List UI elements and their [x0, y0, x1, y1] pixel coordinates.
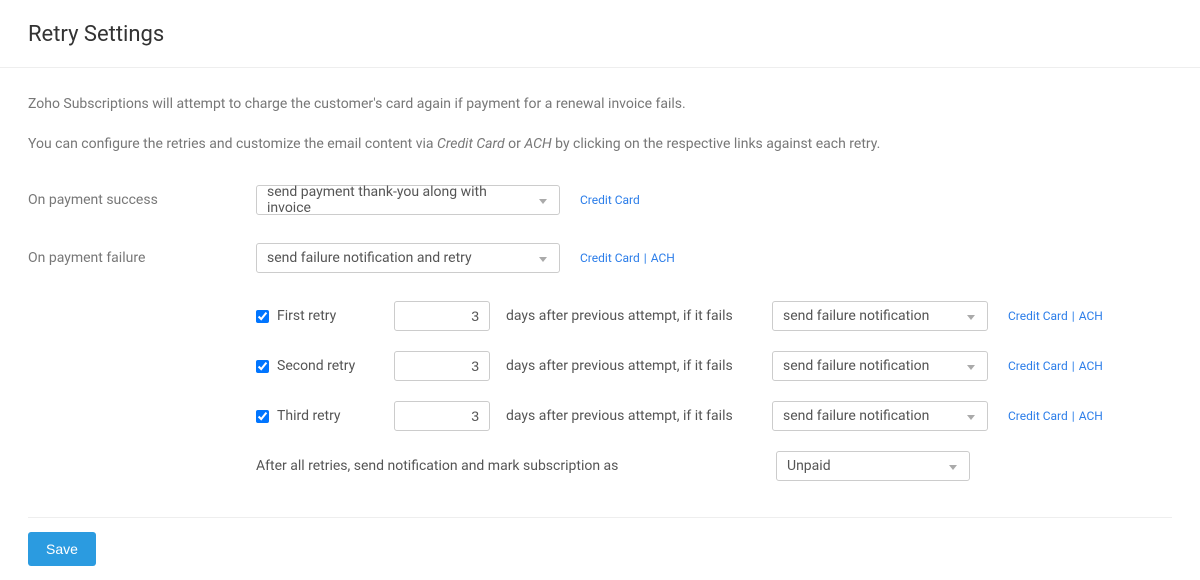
second-retry-action-select[interactable]: send failure notification	[772, 351, 988, 381]
on-failure-credit-card-link[interactable]: Credit Card	[580, 251, 640, 265]
third-retry-credit-card-link[interactable]: Credit Card	[1008, 409, 1068, 423]
retry-block: First retry days after previous attempt,…	[256, 301, 1172, 481]
intro1-prefix: Zoho Subscriptions will	[28, 96, 176, 112]
caret-down-icon	[539, 257, 547, 262]
on-failure-link-separator: |	[644, 251, 647, 265]
third-retry-action-select[interactable]: send failure notification	[772, 401, 988, 431]
second-retry-label: Second retry	[277, 358, 355, 374]
second-retry-ach-link[interactable]: ACH	[1079, 359, 1103, 373]
on-failure-select[interactable]: send failure notification and retry	[256, 243, 560, 273]
second-retry-checkbox[interactable]	[256, 360, 269, 373]
third-retry-action-value: send failure notification	[783, 408, 929, 424]
on-payment-failure-row: On payment failure send failure notifica…	[28, 243, 1172, 273]
save-button[interactable]: Save	[28, 532, 96, 566]
first-retry-after-text: days after previous attempt, if it fails	[506, 308, 772, 324]
after-all-row: After all retries, send notification and…	[256, 451, 1172, 481]
second-retry-after-text: days after previous attempt, if it fails	[506, 358, 772, 374]
second-retry-action-value: send failure notification	[783, 358, 929, 374]
third-retry-row: Third retry days after previous attempt,…	[256, 401, 1172, 431]
caret-down-icon	[539, 199, 547, 204]
third-retry-link-separator: |	[1072, 409, 1075, 423]
on-success-select[interactable]: send payment thank-you along with invoic…	[256, 185, 560, 215]
caret-down-icon	[949, 465, 957, 470]
after-all-select[interactable]: Unpaid	[776, 451, 970, 481]
first-retry-credit-card-link[interactable]: Credit Card	[1008, 309, 1068, 323]
first-retry-action-value: send failure notification	[783, 308, 929, 324]
intro1-rest: attempt to charge the customer's card ag…	[176, 96, 685, 112]
page-title: Retry Settings	[0, 0, 1200, 68]
first-retry-row: First retry days after previous attempt,…	[256, 301, 1172, 331]
after-all-select-value: Unpaid	[787, 458, 831, 474]
intro2-or: or	[505, 136, 525, 152]
second-retry-link-separator: |	[1072, 359, 1075, 373]
first-retry-link-separator: |	[1072, 309, 1075, 323]
second-retry-row: Second retry days after previous attempt…	[256, 351, 1172, 381]
intro-line-1: Zoho Subscriptions will attempt to charg…	[28, 96, 1172, 112]
third-retry-after-text: days after previous attempt, if it fails	[506, 408, 772, 424]
third-retry-ach-link[interactable]: ACH	[1079, 409, 1103, 423]
first-retry-checkbox[interactable]	[256, 310, 269, 323]
intro2-credit-card: Credit Card	[437, 136, 505, 152]
intro-line-2: You can configure the retries and custom…	[28, 136, 1172, 152]
on-failure-select-value: send failure notification and retry	[267, 250, 472, 266]
on-success-select-value: send payment thank-you along with invoic…	[267, 184, 529, 216]
first-retry-action-select[interactable]: send failure notification	[772, 301, 988, 331]
caret-down-icon	[967, 365, 975, 370]
after-all-label: After all retries, send notification and…	[256, 458, 776, 474]
on-success-credit-card-link[interactable]: Credit Card	[580, 193, 640, 207]
second-retry-credit-card-link[interactable]: Credit Card	[1008, 359, 1068, 373]
on-payment-failure-label: On payment failure	[28, 250, 256, 266]
intro2-ach: ACH	[524, 136, 551, 152]
on-failure-ach-link[interactable]: ACH	[651, 251, 675, 265]
footer: Save	[0, 518, 1200, 580]
content-area: Zoho Subscriptions will attempt to charg…	[0, 68, 1200, 481]
caret-down-icon	[967, 415, 975, 420]
intro2-suffix: by clicking on the respective links agai…	[552, 136, 881, 152]
intro2-prefix: You can configure the retries and custom…	[28, 136, 437, 152]
on-payment-success-label: On payment success	[28, 192, 256, 208]
on-payment-success-row: On payment success send payment thank-yo…	[28, 184, 1172, 215]
third-retry-checkbox[interactable]	[256, 410, 269, 423]
first-retry-days-input[interactable]	[394, 301, 490, 331]
first-retry-label: First retry	[277, 308, 336, 324]
caret-down-icon	[967, 315, 975, 320]
first-retry-ach-link[interactable]: ACH	[1079, 309, 1103, 323]
third-retry-label: Third retry	[277, 408, 341, 424]
second-retry-days-input[interactable]	[394, 351, 490, 381]
third-retry-days-input[interactable]	[394, 401, 490, 431]
